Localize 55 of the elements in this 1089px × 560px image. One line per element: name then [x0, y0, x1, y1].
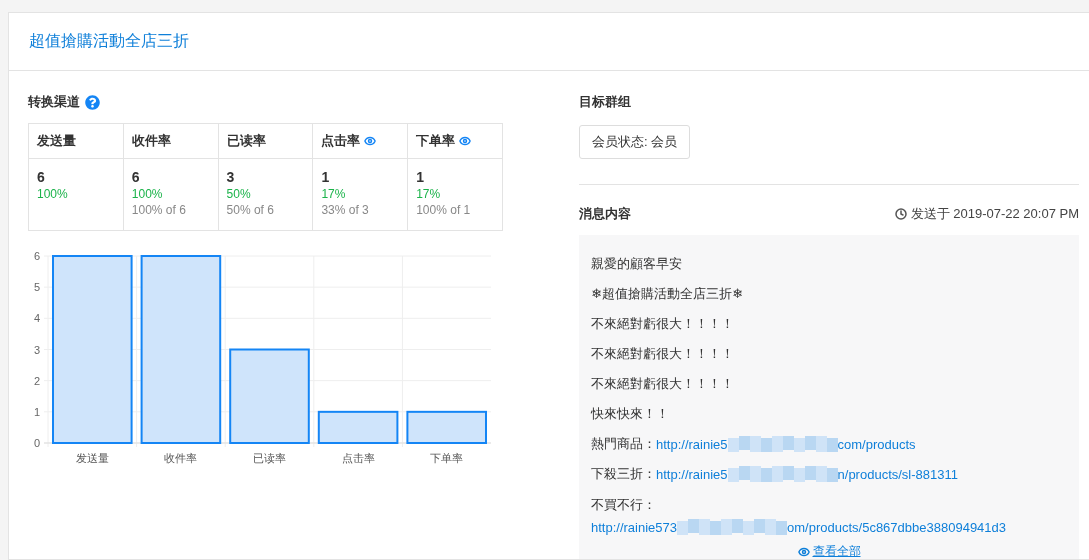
view-all-link[interactable]: 查看全部 — [797, 543, 861, 559]
url-link[interactable]: http://rainie5 n/products/sl-881311 — [656, 466, 958, 482]
stat-count: 6 — [37, 169, 46, 186]
segment-tag: 会员状态: 会员 — [579, 125, 691, 159]
axis-label: 已读率 — [253, 452, 286, 464]
stat-rate: 17% — [321, 186, 347, 202]
message-label: 熱門商品： — [591, 435, 656, 453]
message-line: 不來絕對虧很大！！！！ — [591, 345, 734, 363]
table-header: 点击率 — [313, 124, 409, 159]
message-line: 親愛的顧客早安 — [591, 255, 682, 273]
axis-tick: 4 — [33, 312, 40, 325]
eye-icon — [797, 545, 810, 558]
stat-rate: 17% — [416, 186, 442, 202]
eye-icon[interactable] — [459, 135, 472, 147]
table-header: 下单率 — [408, 124, 503, 159]
table-header: 发送量 — [29, 124, 124, 159]
axis-label: 发送量 — [75, 452, 109, 464]
axis-tick: 6 — [33, 250, 40, 262]
message-line: 不來絕對虧很大！！！！ — [591, 315, 734, 333]
help-icon[interactable] — [85, 94, 100, 110]
stat-detail: 100% of 6 — [131, 202, 187, 218]
message-label: 下殺三折： — [591, 465, 656, 483]
axis-tick: 3 — [33, 343, 40, 356]
section-heading: 消息内容 — [579, 205, 631, 223]
clock-icon — [894, 208, 907, 220]
stat-detail: 33% of 3 — [321, 202, 370, 218]
axis-tick: 5 — [33, 281, 40, 294]
stat-count: 6 — [131, 169, 141, 186]
message-line: 不來絕對虧很大！！！！ — [591, 375, 734, 393]
stat-count: 1 — [416, 169, 425, 186]
stat-count: 3 — [226, 169, 236, 186]
eye-icon[interactable] — [364, 135, 377, 147]
url-link[interactable]: http://rainie573 om/products/5c867dbbe388094941d3 — [591, 519, 1007, 535]
stat-rate: 100% — [37, 186, 69, 202]
stat-detail: 50% of 6 — [226, 202, 275, 218]
stat-rate: 50% — [226, 186, 252, 202]
sent-time-text: 发送于 2019-07-22 20:07 PM — [910, 205, 1079, 223]
axis-label: 收件率 — [164, 452, 198, 464]
axis-label: 下单率 — [430, 452, 464, 464]
message-line: ❄超值搶購活動全店三折❄ — [591, 285, 743, 303]
url-link[interactable]: http://rainie5 com/products — [656, 436, 916, 452]
stat-count: 1 — [321, 169, 331, 186]
axis-label: 点击率 — [341, 452, 375, 464]
table-header: 收件率 — [123, 124, 219, 159]
message-label: 不買不行： — [591, 497, 656, 512]
axis-tick: 2 — [33, 374, 40, 387]
stat-rate: 100% — [131, 186, 164, 202]
axis-tick: 0 — [33, 437, 40, 449]
section-heading: 转换渠道 — [28, 93, 80, 111]
campaign-title: 超值搶購活動全店三折 — [29, 31, 189, 51]
stat-detail: 100% of 1 — [416, 202, 472, 218]
message-line: 快來快來！！ — [591, 405, 669, 423]
axis-tick: 1 — [33, 405, 40, 418]
table-header: 已读率 — [218, 124, 314, 159]
section-heading: 目标群组 — [579, 93, 631, 111]
